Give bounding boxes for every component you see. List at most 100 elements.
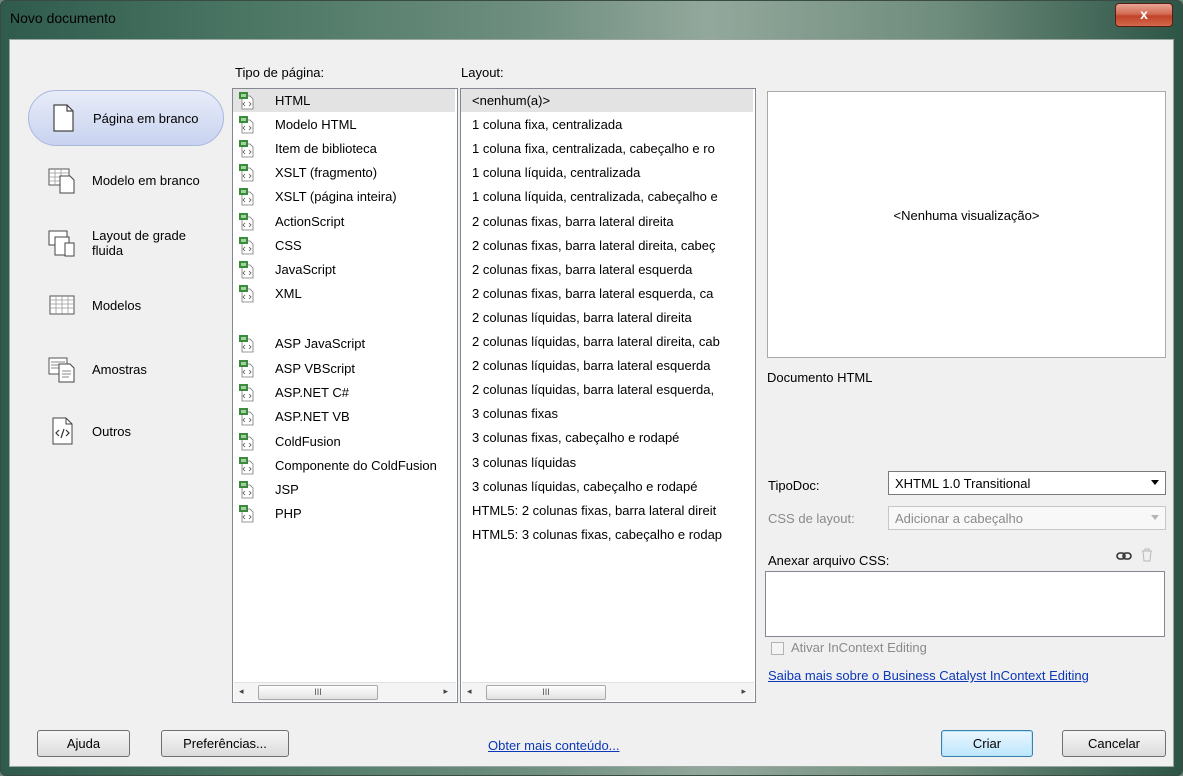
scroll-right-arrow[interactable]: ▸ <box>443 686 448 697</box>
list-item[interactable]: 3 colunas líquidas, cabeçalho e rodapé <box>461 475 753 498</box>
link-chain-icon[interactable] <box>1116 550 1132 562</box>
list-item[interactable]: XSLT (fragmento) <box>233 161 455 184</box>
document-file-icon <box>239 163 254 181</box>
list-item[interactable]: HTML5: 2 colunas fixas, barra lateral di… <box>461 499 753 522</box>
list-item[interactable]: 3 colunas líquidas <box>461 451 753 474</box>
list-item[interactable]: XSLT (página inteira) <box>233 185 455 208</box>
list-item[interactable]: PHP <box>233 502 455 525</box>
blank-page-icon <box>53 104 74 132</box>
list-item[interactable]: ASP.NET C# <box>233 381 455 404</box>
nav-item-fluid-grid[interactable]: Layout de grade fluida <box>28 215 224 271</box>
document-file-icon <box>239 212 254 230</box>
list-item[interactable]: ActionScript <box>233 210 455 233</box>
list-item[interactable]: ColdFusion <box>233 430 455 453</box>
list-item[interactable]: CSS <box>233 234 455 257</box>
fluid-grid-icon <box>48 230 75 257</box>
list-item[interactable]: 2 colunas fixas, barra lateral direita, … <box>461 234 753 257</box>
nav-item-blank-page[interactable]: Página em branco <box>28 90 224 146</box>
list-item-label: ASP JavaScript <box>275 336 366 351</box>
scroll-thumb[interactable]: III <box>258 685 378 700</box>
layout-css-label: CSS de layout: <box>768 511 855 526</box>
list-item-label: ActionScript <box>275 214 345 229</box>
more-content-link[interactable]: Obter mais conteúdo... <box>488 738 620 753</box>
list-item-label: Item de biblioteca <box>275 141 377 156</box>
nav-label: Amostras <box>92 361 147 377</box>
document-file-icon <box>239 115 254 133</box>
list-item-label: ColdFusion <box>275 434 341 449</box>
new-document-dialog: Novo documento x Página em branco Modelo… <box>0 0 1183 776</box>
list-item[interactable]: JavaScript <box>233 258 455 281</box>
nav-item-blank-template[interactable]: Modelo em branco <box>28 152 224 208</box>
nav-label: Modelo em branco <box>92 172 200 188</box>
list-item[interactable]: 1 coluna líquida, centralizada, cabeçalh… <box>461 185 753 208</box>
nav-label: Outros <box>92 423 132 439</box>
doctype-select[interactable]: XHTML 1.0 Transitional <box>888 471 1166 495</box>
dialog-title: Novo documento <box>10 10 116 26</box>
nav-label: Página em branco <box>93 110 199 126</box>
list-item[interactable]: 1 coluna líquida, centralizada <box>461 161 753 184</box>
blank-template-icon <box>48 168 75 194</box>
list-item[interactable]: XML <box>233 282 455 305</box>
layout-hscrollbar[interactable]: ◂ III ▸ <box>462 682 754 701</box>
document-file-icon <box>239 407 254 425</box>
scroll-left-arrow[interactable]: ◂ <box>467 686 472 697</box>
list-item[interactable]: 2 colunas líquidas, barra lateral esquer… <box>461 354 753 377</box>
list-item[interactable]: 3 colunas fixas, cabeçalho e rodapé <box>461 426 753 449</box>
list-item[interactable]: ASP.NET VB <box>233 405 455 428</box>
chevron-down-icon <box>1151 515 1159 520</box>
nav-item-templates[interactable]: Modelos <box>28 277 224 333</box>
close-button[interactable]: x <box>1115 3 1173 27</box>
doctype-value: XHTML 1.0 Transitional <box>895 476 1031 491</box>
list-item[interactable]: 2 colunas líquidas, barra lateral direit… <box>461 306 753 329</box>
list-item-label: JavaScript <box>275 262 336 277</box>
document-file-icon <box>239 187 254 205</box>
document-file-icon <box>239 91 254 109</box>
layout-header: Layout: <box>461 65 504 80</box>
scroll-thumb[interactable]: III <box>486 685 606 700</box>
list-item[interactable]: Modelo HTML <box>233 113 455 136</box>
learn-more-link[interactable]: Saiba mais sobre o Business Catalyst InC… <box>768 668 1089 683</box>
help-button[interactable]: Ajuda <box>37 730 130 757</box>
list-item[interactable]: 2 colunas fixas, barra lateral esquerda <box>461 258 753 281</box>
nav-item-others[interactable]: Outros <box>28 403 224 459</box>
list-item[interactable]: Componente do ColdFusion <box>233 454 455 477</box>
list-item-label: JSP <box>275 482 299 497</box>
document-file-icon <box>239 480 254 498</box>
attached-css-list[interactable] <box>765 571 1165 637</box>
samples-icon <box>48 357 75 383</box>
list-item[interactable]: 2 colunas líquidas, barra lateral esquer… <box>461 378 753 401</box>
list-item-label: ASP.NET VB <box>275 409 350 424</box>
scroll-right-arrow[interactable]: ▸ <box>741 686 746 697</box>
list-item[interactable]: 2 colunas líquidas, barra lateral direit… <box>461 330 753 353</box>
list-item-label: XSLT (página inteira) <box>275 189 397 204</box>
list-item[interactable]: <nenhum(a)> <box>461 89 753 112</box>
document-file-icon <box>239 504 254 522</box>
list-item[interactable]: 3 colunas fixas <box>461 402 753 425</box>
trash-icon <box>1142 548 1152 562</box>
list-item[interactable]: 2 colunas fixas, barra lateral esquerda,… <box>461 282 753 305</box>
list-item[interactable]: 1 coluna fixa, centralizada <box>461 113 753 136</box>
page-type-hscrollbar[interactable]: ◂ III ▸ <box>234 682 456 701</box>
nav-item-samples[interactable]: Amostras <box>28 341 224 397</box>
dialog-body: Página em branco Modelo em branco Layout… <box>9 39 1174 767</box>
attach-css-label: Anexar arquivo CSS: <box>768 553 890 568</box>
list-item[interactable]: Item de biblioteca <box>233 137 455 160</box>
list-item-label: HTML <box>275 93 311 108</box>
layout-list[interactable]: HTML5: 3 colunas fixas, cabeçalho e roda… <box>460 88 756 703</box>
create-button[interactable]: Criar <box>941 730 1033 757</box>
list-item-label: CSS <box>275 238 302 253</box>
page-type-list[interactable]: PHP JSP Componente do ColdFusion ColdFusion… <box>232 88 458 703</box>
preferences-button[interactable]: Preferências... <box>161 730 289 757</box>
incontext-checkbox[interactable] <box>771 642 784 655</box>
list-item[interactable]: ASP VBScript <box>233 357 455 380</box>
layout-css-value: Adicionar a cabeçalho <box>895 511 1023 526</box>
preview-pane: <Nenhuma visualização> <box>767 91 1166 358</box>
list-item[interactable]: ASP JavaScript <box>233 332 455 355</box>
list-item[interactable]: JSP <box>233 478 455 501</box>
list-item[interactable]: HTML <box>233 89 455 112</box>
scroll-left-arrow[interactable]: ◂ <box>239 686 244 697</box>
list-item[interactable]: 1 coluna fixa, centralizada, cabeçalho e… <box>461 137 753 160</box>
list-item[interactable]: 2 colunas fixas, barra lateral direita <box>461 210 753 233</box>
list-item[interactable]: HTML5: 3 colunas fixas, cabeçalho e roda… <box>461 523 753 546</box>
cancel-button[interactable]: Cancelar <box>1062 730 1166 757</box>
